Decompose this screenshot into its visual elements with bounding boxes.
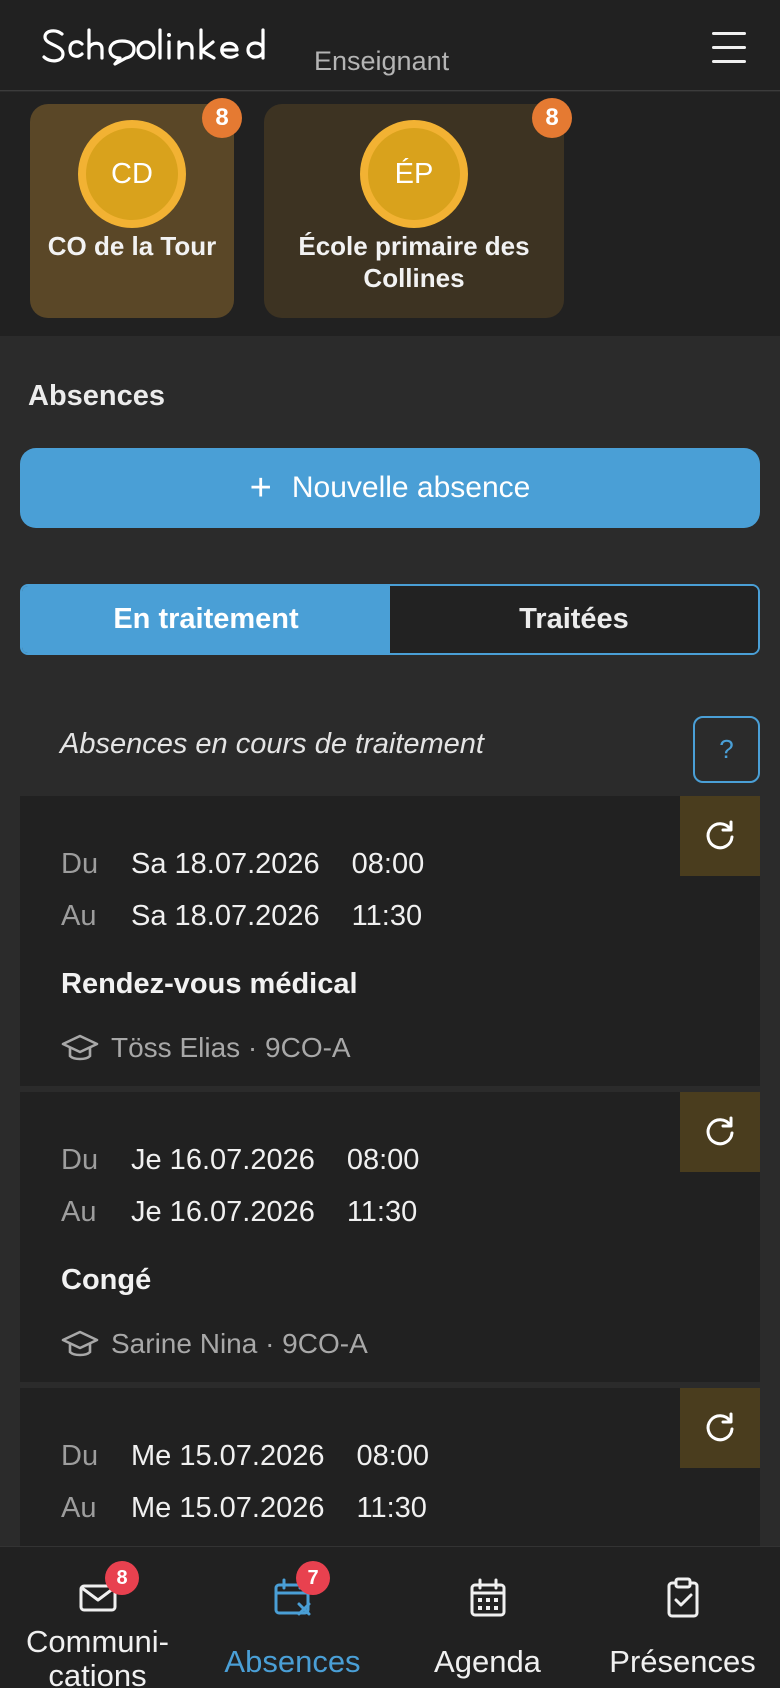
student-name: Sarine Nina · 9CO-A <box>111 1328 368 1359</box>
refresh-button[interactable] <box>680 796 760 876</box>
to-label: Au <box>61 1196 97 1228</box>
school-notification-badge: 8 <box>532 98 572 138</box>
nav-label: Communi- <box>26 1624 169 1659</box>
graduation-cap-icon <box>61 1330 99 1357</box>
nav-presences[interactable]: Présences <box>585 1547 780 1688</box>
calendar-icon <box>470 1578 505 1617</box>
from-time: 08:00 <box>351 848 425 880</box>
from-row: Du Me 15.07.2026 08:00 <box>61 1440 429 1473</box>
to-date: Je 16.07.2026 <box>131 1196 315 1228</box>
absence-reason: Congé <box>61 1264 152 1296</box>
nav-label: Absences <box>224 1644 361 1679</box>
school-notification-badge: 8 <box>202 98 242 138</box>
from-time: 08:00 <box>356 1440 430 1472</box>
refresh-icon <box>706 1116 734 1146</box>
menu-button[interactable] <box>706 28 752 66</box>
from-label: Du <box>61 1440 99 1472</box>
from-label: Du <box>61 1144 99 1176</box>
list-subtitle: Absences en cours de traitement <box>60 728 484 760</box>
school-name: CO de la Tour <box>47 231 217 261</box>
school-card-co-de-la-tour[interactable]: CD CO de la Tour 8 <box>30 98 242 318</box>
new-absence-button[interactable]: + Nouvelle absence <box>20 448 760 528</box>
to-time: 11:30 <box>356 1492 427 1524</box>
nav-label: cations <box>48 1658 147 1688</box>
absence-reason: Rendez-vous médical <box>61 968 358 1000</box>
tab-en-traitement[interactable]: En traitement <box>22 586 390 653</box>
status-tabs: En traitement Traitées <box>20 584 760 655</box>
student-info: Töss Elias · 9CO-A <box>61 1032 351 1064</box>
refresh-icon <box>706 820 734 850</box>
nav-notification-badge: 8 <box>105 1561 139 1595</box>
user-role: Enseignant <box>314 46 450 76</box>
nav-notification-badge: 7 <box>296 1561 330 1595</box>
nav-label: Agenda <box>434 1644 541 1679</box>
school-card-ecole-primaire[interactable]: ÉP École primaire des Collines 8 <box>264 98 572 318</box>
to-date: Me 15.07.2026 <box>131 1492 325 1524</box>
school-avatar: ÉP <box>360 120 468 228</box>
question-icon: ? <box>719 734 734 764</box>
nav-agenda[interactable]: Agenda <box>390 1547 585 1688</box>
tab-traitees[interactable]: Traitées <box>390 586 758 653</box>
schoolinked-logo <box>42 28 265 66</box>
app-header: Enseignant <box>0 0 780 91</box>
help-button[interactable]: ? <box>693 716 760 783</box>
to-label: Au <box>61 900 97 932</box>
nav-communications[interactable]: 8 Communi- cations <box>0 1547 195 1688</box>
nav-absences[interactable]: 7 Absences <box>195 1547 390 1688</box>
school-initials: CD <box>86 128 178 220</box>
to-row: Au Sa 18.07.2026 11:30 <box>61 900 422 933</box>
to-label: Au <box>61 1492 97 1524</box>
hamburger-line <box>712 60 746 63</box>
graduation-cap-icon <box>61 1034 99 1061</box>
hamburger-icon <box>712 32 746 35</box>
school-selector: CD CO de la Tour 8 ÉP École primaire des… <box>0 92 780 336</box>
plus-icon: + <box>249 467 272 509</box>
student-info: Sarine Nina · 9CO-A <box>61 1328 368 1360</box>
to-row: Au Me 15.07.2026 11:30 <box>61 1492 427 1525</box>
from-label: Du <box>61 848 99 880</box>
nav-label: Présences <box>609 1644 756 1679</box>
to-time: 11:30 <box>351 900 423 932</box>
refresh-button[interactable] <box>680 1092 760 1172</box>
to-time: 11:30 <box>346 1196 418 1228</box>
from-time: 08:00 <box>346 1144 420 1176</box>
hamburger-line <box>712 46 746 49</box>
school-initials: ÉP <box>368 128 460 220</box>
new-absence-label: Nouvelle absence <box>291 471 531 504</box>
from-date: Sa 18.07.2026 <box>131 848 320 880</box>
refresh-button[interactable] <box>680 1388 760 1468</box>
school-avatar: CD <box>78 120 186 228</box>
bottom-navigation: 8 Communi- cations 7 Absences Agenda Pré… <box>0 1546 780 1688</box>
from-date: Me 15.07.2026 <box>131 1440 325 1472</box>
clipboard-check-icon <box>667 1577 698 1618</box>
to-row: Au Je 16.07.2026 11:30 <box>61 1196 417 1229</box>
refresh-icon <box>706 1412 734 1442</box>
from-row: Du Sa 18.07.2026 08:00 <box>61 848 424 881</box>
to-date: Sa 18.07.2026 <box>131 900 320 932</box>
absence-card[interactable]: Du Sa 18.07.2026 08:00 Au Sa 18.07.2026 … <box>20 796 760 1086</box>
from-row: Du Je 16.07.2026 08:00 <box>61 1144 419 1177</box>
page-title: Absences <box>28 380 166 412</box>
school-name: École primaire des Collines <box>298 231 530 293</box>
absence-card[interactable]: Du Je 16.07.2026 08:00 Au Je 16.07.2026 … <box>20 1092 760 1382</box>
student-name: Töss Elias · 9CO-A <box>111 1032 351 1063</box>
from-date: Je 16.07.2026 <box>131 1144 315 1176</box>
